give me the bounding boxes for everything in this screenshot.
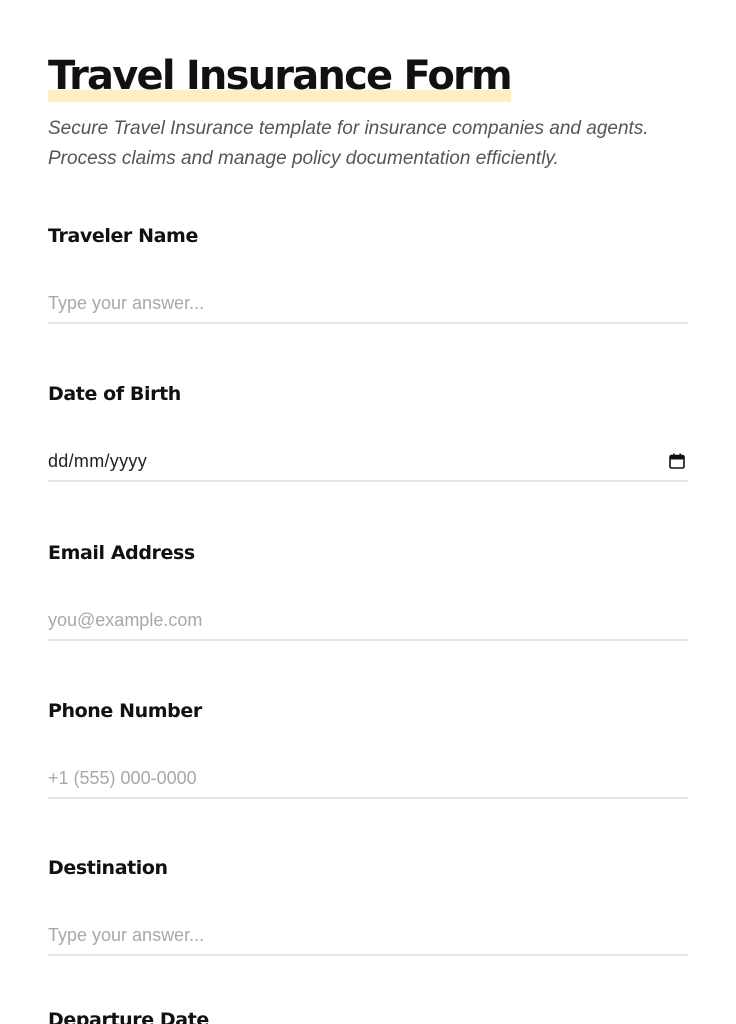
departure-date-field: Departure Date: [48, 1008, 688, 1024]
destination-field: Destination Type your answer...: [48, 856, 688, 956]
email-address-label: Email Address: [48, 542, 195, 564]
email-address-placeholder: you@example.com: [48, 609, 203, 630]
traveler-name-input[interactable]: Type your answer...: [48, 284, 688, 324]
subtitle-line-1: Secure Travel Insurance template for ins…: [48, 118, 649, 139]
email-address-field: Email Address you@example.com: [48, 541, 688, 641]
page-subtitle: Secure Travel Insurance template for ins…: [48, 114, 688, 174]
calendar-icon[interactable]: [668, 452, 686, 470]
phone-number-label: Phone Number: [48, 700, 202, 722]
traveler-name-placeholder: Type your answer...: [48, 292, 205, 313]
date-of-birth-input[interactable]: dd/mm/yyyy: [48, 442, 688, 482]
traveler-name-label: Traveler Name: [48, 225, 198, 247]
destination-placeholder: Type your answer...: [48, 924, 205, 945]
page-title: Travel Insurance Form: [48, 53, 513, 99]
phone-number-placeholder: +1 (555) 000-0000: [48, 767, 197, 788]
date-of-birth-value: dd/mm/yyyy: [48, 450, 148, 471]
destination-input[interactable]: Type your answer...: [48, 916, 688, 956]
traveler-name-field: Traveler Name Type your answer...: [48, 224, 688, 324]
destination-label: Destination: [48, 857, 168, 879]
date-of-birth-field: Date of Birth dd/mm/yyyy: [48, 382, 688, 482]
title-block: Travel Insurance Form: [48, 52, 513, 102]
form-page: Travel Insurance Form Secure Travel Insu…: [0, 0, 736, 1024]
email-address-input[interactable]: you@example.com: [48, 601, 688, 641]
departure-date-label: Departure Date: [48, 1009, 209, 1024]
subtitle-line-2: Process claims and manage policy documen…: [48, 148, 559, 169]
phone-number-input[interactable]: +1 (555) 000-0000: [48, 759, 688, 799]
phone-number-field: Phone Number +1 (555) 000-0000: [48, 699, 688, 799]
date-of-birth-label: Date of Birth: [48, 383, 181, 405]
